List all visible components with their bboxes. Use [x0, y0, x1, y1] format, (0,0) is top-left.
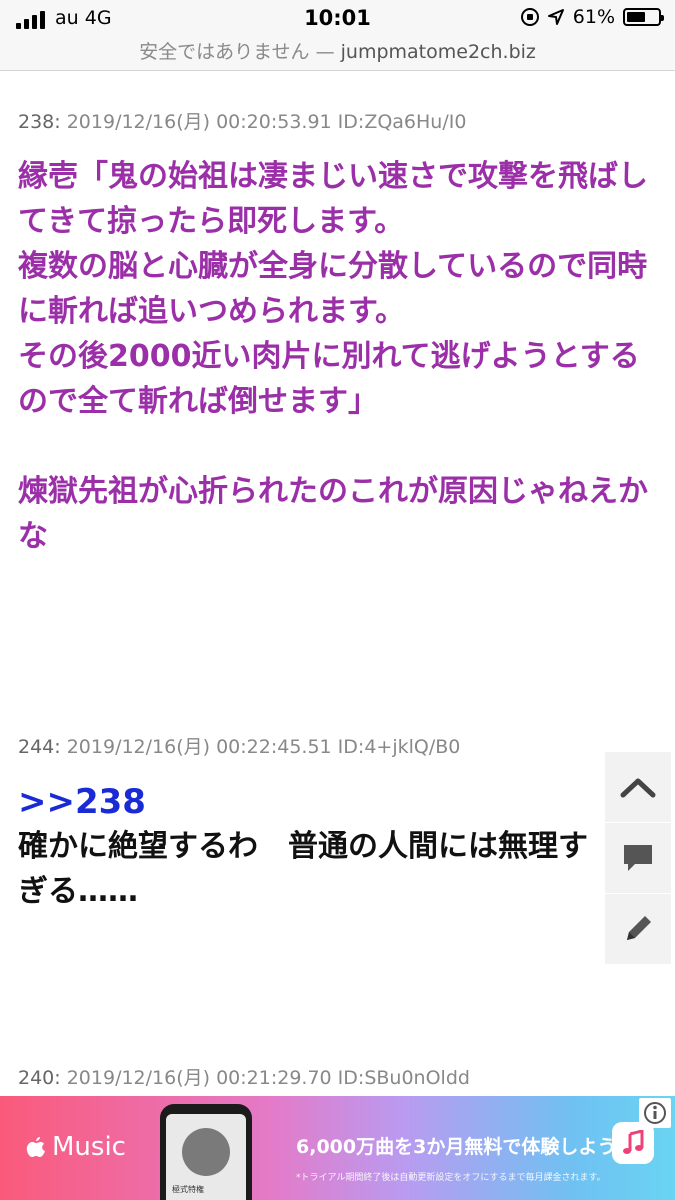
post-number: 244: [18, 736, 61, 758]
post-header: 244: 2019/12/16(月) 00:22:45.51 ID:4+jklQ… [18, 732, 460, 759]
phone-screen: 極式特権 [166, 1114, 246, 1200]
post-number: 240: [18, 1067, 61, 1089]
pencil-icon [627, 916, 651, 940]
apple-music-logo: Music [26, 1132, 126, 1162]
post-paragraph: 確かに絶望するわ 普通の人間には無理すぎる…… [18, 829, 588, 909]
post-body: >>238 確かに絶望するわ 普通の人間には無理すぎる…… [18, 780, 648, 914]
post-paragraph: 縁壱「鬼の始祖は凄まじい速さで攻撃を飛ばしてきて掠ったら即死します。 [18, 159, 648, 239]
battery-fill [627, 12, 646, 22]
post-paragraph: 煉獄先祖が心折られたのこれが原因じゃねえかな [18, 474, 648, 554]
reply-link[interactable]: >>238 [18, 780, 648, 824]
post-body: 縁壱「鬼の始祖は凄まじい速さで攻撃を飛ばしてきて掠ったら即死します。 複数の脳と… [18, 154, 648, 559]
comment-button[interactable] [605, 823, 671, 893]
ad-brand: Music [52, 1132, 126, 1162]
location-arrow-icon [547, 9, 564, 25]
edit-button[interactable] [605, 894, 671, 964]
url-separator: — [315, 41, 335, 63]
music-note-icon [623, 1130, 644, 1154]
status-right: 61% [520, 6, 664, 28]
ad-headline: 6,000万曲を3か月無料で体験しよう。 [296, 1136, 635, 1158]
rotation-lock-icon [520, 8, 539, 26]
phone-mockup-image: 極式特権 [160, 1104, 252, 1200]
comment-icon [624, 845, 652, 871]
scroll-top-button[interactable] [605, 752, 671, 822]
security-warning: 安全ではありません [139, 41, 310, 63]
site-domain: jumpmatome2ch.biz [340, 41, 536, 63]
post-header: 240: 2019/12/16(月) 00:21:29.70 ID:SBu0nO… [18, 1063, 470, 1090]
post-header: 238: 2019/12/16(月) 00:20:53.91 ID:ZQa6Hu… [18, 107, 466, 134]
browser-status-bar: au 4G 10:01 61% 安全ではありません — jumpmatome2c… [0, 0, 675, 71]
ad-banner[interactable]: Music 極式特権 6,000万曲を3か月無料で体験しよう。 *トライアル期間… [0, 1096, 675, 1200]
battery-icon [623, 8, 664, 26]
battery-percent: 61% [572, 6, 615, 28]
post-number: 238: [18, 111, 61, 133]
post-meta: 2019/12/16(月) 00:20:53.91 ID:ZQa6Hu/I0 [66, 111, 467, 133]
ad-info-button[interactable] [639, 1098, 671, 1128]
floating-action-buttons [605, 752, 671, 965]
post-meta: 2019/12/16(月) 00:22:45.51 ID:4+jklQ/B0 [66, 736, 461, 758]
ad-fine-print: *トライアル期間終了後は自動更新設定をオフにするまで毎月課金されます。 [296, 1173, 606, 1183]
post-paragraph: その後2000近い肉片に別れて逃げようとするので全て斬れば倒せます」 [18, 339, 640, 419]
post-meta: 2019/12/16(月) 00:21:29.70 ID:SBu0nOldd [66, 1067, 470, 1089]
music-app-icon [612, 1122, 654, 1164]
album-art [182, 1128, 230, 1176]
chevron-up-icon [620, 778, 656, 798]
apple-logo-icon [26, 1137, 45, 1157]
post-paragraph: 複数の脳と心臓が全身に分散しているので同時に斬れば追いつめられます。 [18, 249, 648, 329]
phone-tag: 極式特権 [172, 1185, 204, 1194]
address-bar[interactable]: 安全ではありません — jumpmatome2ch.biz [0, 37, 675, 64]
info-icon [644, 1102, 666, 1124]
